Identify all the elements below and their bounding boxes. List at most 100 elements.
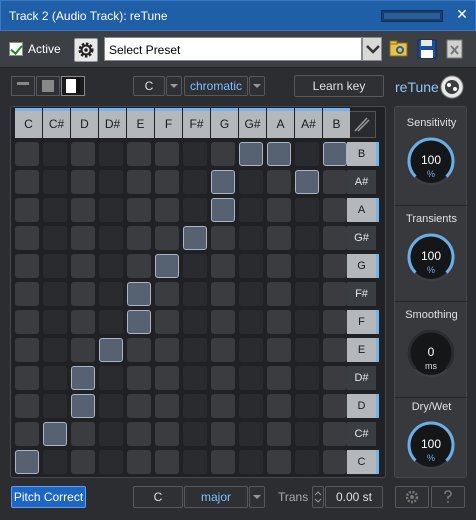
- grid-cell[interactable]: [15, 226, 39, 250]
- grid-cell[interactable]: [71, 450, 95, 474]
- grid-cell[interactable]: [239, 310, 263, 334]
- grid-cell[interactable]: [211, 310, 235, 334]
- grid-cell[interactable]: [239, 170, 263, 194]
- grid-cell[interactable]: [267, 422, 291, 446]
- grid-cell[interactable]: [43, 142, 67, 166]
- settings-button[interactable]: [74, 38, 98, 62]
- grid-cell[interactable]: [211, 422, 235, 446]
- options-button[interactable]: [395, 486, 429, 508]
- grid-cell[interactable]: [127, 226, 151, 250]
- grid-cell-active[interactable]: [183, 226, 207, 250]
- key-spin-button[interactable]: [166, 76, 182, 96]
- grid-cell[interactable]: [43, 394, 67, 418]
- grid-cell[interactable]: [71, 226, 95, 250]
- grid-cell[interactable]: [43, 366, 67, 390]
- grid-cell[interactable]: [183, 422, 207, 446]
- grid-cell-active[interactable]: [127, 282, 151, 306]
- scale-mode-spin-button[interactable]: [249, 486, 265, 508]
- grid-cell[interactable]: [295, 142, 319, 166]
- grid-cell[interactable]: [267, 450, 291, 474]
- grid-cell[interactable]: [183, 338, 207, 362]
- grid-cell-active[interactable]: [323, 142, 347, 166]
- grid-cell[interactable]: [15, 394, 39, 418]
- help-button[interactable]: [431, 486, 465, 508]
- grid-cell[interactable]: [155, 170, 179, 194]
- grid-cell[interactable]: [267, 282, 291, 306]
- grid-cell[interactable]: [155, 282, 179, 306]
- grid-cell[interactable]: [99, 226, 123, 250]
- grid-cell[interactable]: [211, 366, 235, 390]
- grid-cell[interactable]: [295, 422, 319, 446]
- grid-cell-active[interactable]: [295, 170, 319, 194]
- scale-key-select[interactable]: C: [133, 486, 183, 508]
- delete-preset-button[interactable]: [444, 37, 466, 61]
- grid-cell[interactable]: [99, 394, 123, 418]
- grid-cell[interactable]: [295, 338, 319, 362]
- grid-cell[interactable]: [295, 394, 319, 418]
- grid-cell[interactable]: [183, 282, 207, 306]
- grid-cell[interactable]: [155, 338, 179, 362]
- grid-cell[interactable]: [15, 366, 39, 390]
- grid-cell[interactable]: [99, 142, 123, 166]
- grid-cell[interactable]: [99, 170, 123, 194]
- grid-cell[interactable]: [71, 338, 95, 362]
- grid-cell[interactable]: [99, 198, 123, 222]
- grid-cell[interactable]: [267, 170, 291, 194]
- grid-cell[interactable]: [71, 422, 95, 446]
- grid-cell[interactable]: [155, 394, 179, 418]
- preset-select[interactable]: Select Preset: [104, 37, 362, 61]
- grid-cell[interactable]: [239, 198, 263, 222]
- grid-cell[interactable]: [295, 310, 319, 334]
- grid-cell[interactable]: [43, 170, 67, 194]
- grid-cell[interactable]: [99, 282, 123, 306]
- grid-cell[interactable]: [71, 170, 95, 194]
- grid-cell[interactable]: [127, 198, 151, 222]
- grid-cell[interactable]: [155, 366, 179, 390]
- grid-cell[interactable]: [295, 282, 319, 306]
- transpose-field[interactable]: 0.00 st: [325, 486, 383, 508]
- grid-cell-active[interactable]: [211, 170, 235, 194]
- grid-cell[interactable]: [267, 338, 291, 362]
- grid-cell[interactable]: [15, 254, 39, 278]
- grid-cell[interactable]: [99, 366, 123, 390]
- knob-dry-wet[interactable]: 100%: [407, 421, 455, 469]
- grid-cell[interactable]: [323, 366, 347, 390]
- grid-cell[interactable]: [43, 226, 67, 250]
- view-compact-button[interactable]: [11, 76, 35, 96]
- grid-cell[interactable]: [267, 394, 291, 418]
- pitch-correct-button[interactable]: Pitch Correct: [11, 486, 86, 508]
- grid-cell[interactable]: [183, 450, 207, 474]
- grid-cell[interactable]: [295, 366, 319, 390]
- grid-cell[interactable]: [99, 450, 123, 474]
- grid-cell[interactable]: [323, 310, 347, 334]
- grid-cell-active[interactable]: [43, 422, 67, 446]
- grid-cell[interactable]: [239, 226, 263, 250]
- grid-cell[interactable]: [267, 198, 291, 222]
- grid-cell-active[interactable]: [155, 254, 179, 278]
- grid-cell[interactable]: [323, 254, 347, 278]
- open-preset-button[interactable]: [388, 37, 410, 61]
- grid-cell[interactable]: [155, 310, 179, 334]
- grid-cell[interactable]: [155, 226, 179, 250]
- trans-spin-button[interactable]: [312, 486, 324, 508]
- knob-transients[interactable]: 100%: [407, 233, 455, 281]
- grid-cell[interactable]: [71, 282, 95, 306]
- grid-cell[interactable]: [323, 394, 347, 418]
- grid-cell[interactable]: [239, 366, 263, 390]
- grid-cell-active[interactable]: [239, 142, 263, 166]
- grid-cell[interactable]: [99, 254, 123, 278]
- knob-sensitivity[interactable]: 100%: [407, 137, 455, 185]
- grid-cell-active[interactable]: [71, 394, 95, 418]
- grid-cell[interactable]: [127, 450, 151, 474]
- grid-cell[interactable]: [127, 422, 151, 446]
- grid-cell[interactable]: [267, 366, 291, 390]
- mode-select[interactable]: chromatic: [184, 76, 248, 96]
- grid-cell[interactable]: [71, 198, 95, 222]
- grid-cell[interactable]: [155, 450, 179, 474]
- grid-cell[interactable]: [239, 422, 263, 446]
- grid-cell[interactable]: [211, 338, 235, 362]
- grid-cell[interactable]: [211, 394, 235, 418]
- grid-cell[interactable]: [71, 310, 95, 334]
- grid-cell[interactable]: [127, 366, 151, 390]
- grid-cell[interactable]: [155, 422, 179, 446]
